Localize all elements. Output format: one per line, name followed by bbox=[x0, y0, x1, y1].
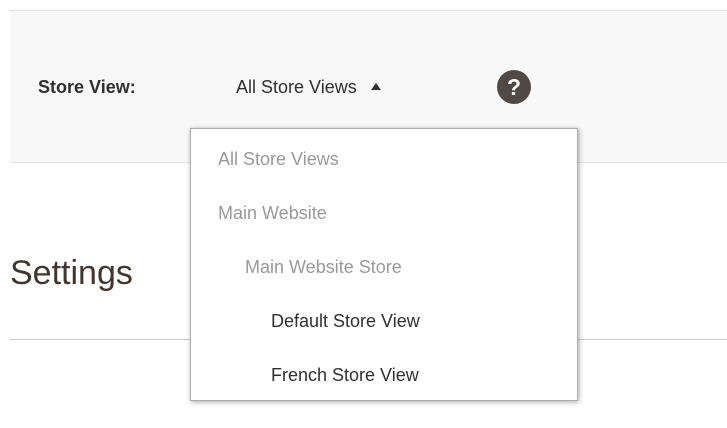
help-icon[interactable]: ? bbox=[497, 70, 531, 104]
dropdown-item-default-store-view[interactable]: Default Store View bbox=[191, 294, 577, 348]
dropdown-item-all-store-views: All Store Views bbox=[218, 149, 339, 169]
dropdown-item-french-store-view[interactable]: French Store View bbox=[191, 348, 577, 402]
dropdown-item-main-website-store: Main Website Store bbox=[245, 257, 402, 277]
page: Store View: All Store Views ? Settings A… bbox=[0, 0, 727, 428]
caret-up-icon bbox=[370, 83, 381, 90]
store-view-dropdown-menu: All Store Views Main Website Main Websit… bbox=[190, 128, 578, 401]
store-view-dropdown-toggle[interactable]: All Store Views bbox=[236, 75, 381, 99]
page-title: Settings bbox=[10, 254, 133, 292]
store-view-selected-value: All Store Views bbox=[236, 77, 357, 97]
dropdown-item-main-website: Main Website bbox=[218, 203, 327, 223]
store-view-label: Store View: bbox=[38, 77, 136, 97]
